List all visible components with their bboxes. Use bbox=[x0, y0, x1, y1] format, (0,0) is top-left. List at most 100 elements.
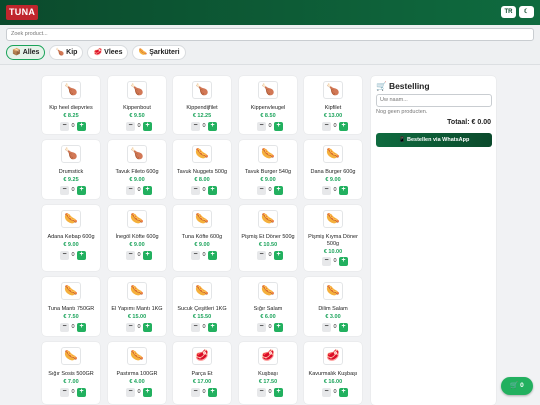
decrease-button[interactable]: − bbox=[126, 122, 135, 131]
decrease-button[interactable]: − bbox=[322, 323, 331, 332]
decrease-button[interactable]: − bbox=[257, 323, 266, 332]
cart-button[interactable]: 🛒 0 bbox=[501, 377, 533, 395]
product-name: Sığır Salam bbox=[253, 306, 283, 312]
increase-button[interactable]: + bbox=[339, 323, 348, 332]
moon-icon: ☾ bbox=[523, 9, 530, 15]
product-card: 🌭 Tuna Mantı 750GR € 7.50 −0 + bbox=[42, 277, 100, 336]
increase-button[interactable]: + bbox=[274, 186, 283, 195]
tab-3[interactable]: 🌭 Şarküteri bbox=[132, 45, 186, 60]
product-card: 🍗 Kippendijfilet € 12.25 −0 + bbox=[173, 76, 231, 134]
quantity-value: 0 bbox=[333, 258, 337, 264]
product-price: € 12.25 bbox=[192, 113, 212, 119]
product-image: 🌭 bbox=[192, 282, 212, 300]
product-price: € 9.00 bbox=[129, 177, 145, 183]
decrease-button[interactable]: − bbox=[191, 122, 200, 131]
decrease-button[interactable]: − bbox=[191, 251, 200, 260]
decrease-button[interactable]: − bbox=[257, 186, 266, 195]
language-button[interactable]: TR bbox=[501, 6, 516, 18]
product-name: Pişmiş Et Döner 500g bbox=[241, 234, 295, 240]
increase-button[interactable]: + bbox=[208, 186, 217, 195]
increase-button[interactable]: + bbox=[143, 186, 152, 195]
tab-icon: 🍗 bbox=[55, 49, 65, 56]
name-input[interactable]: Uw naam... bbox=[376, 94, 492, 107]
increase-button[interactable]: + bbox=[208, 388, 217, 397]
decrease-button[interactable]: − bbox=[60, 122, 69, 131]
increase-button[interactable]: + bbox=[77, 251, 86, 260]
tab-2[interactable]: 🥩 Vlees bbox=[87, 45, 129, 60]
quantity-stepper: −0 + bbox=[126, 388, 156, 397]
quantity-stepper: −0 + bbox=[191, 251, 221, 260]
increase-button[interactable]: + bbox=[274, 323, 283, 332]
increase-button[interactable]: + bbox=[339, 186, 348, 195]
increase-button[interactable]: + bbox=[143, 323, 152, 332]
product-price: € 15.50 bbox=[192, 314, 212, 320]
product-image: 🍗 bbox=[61, 145, 81, 163]
quantity-value: 0 bbox=[71, 324, 75, 330]
quantity-value: 0 bbox=[202, 123, 206, 129]
quantity-stepper: −0 + bbox=[126, 251, 156, 260]
quantity-stepper: −0 + bbox=[257, 251, 287, 260]
quantity-stepper: −0 + bbox=[60, 122, 90, 131]
increase-button[interactable]: + bbox=[274, 251, 283, 260]
increase-button[interactable]: + bbox=[274, 122, 283, 131]
product-name: El Yapımı Mantı 1KG bbox=[111, 306, 163, 312]
decrease-button[interactable]: − bbox=[126, 388, 135, 397]
decrease-button[interactable]: − bbox=[257, 388, 266, 397]
increase-button[interactable]: + bbox=[77, 186, 86, 195]
product-name: Tuna Köfte 600g bbox=[181, 234, 223, 240]
decrease-button[interactable]: − bbox=[126, 251, 135, 260]
decrease-button[interactable]: − bbox=[126, 323, 135, 332]
increase-button[interactable]: + bbox=[208, 251, 217, 260]
increase-button[interactable]: + bbox=[77, 122, 86, 131]
decrease-button[interactable]: − bbox=[60, 251, 69, 260]
product-image: 🌭 bbox=[127, 282, 147, 300]
increase-button[interactable]: + bbox=[274, 388, 283, 397]
product-image: 🌭 bbox=[61, 282, 81, 300]
product-name: Sucuk Çeşitleri 1KG bbox=[177, 306, 227, 312]
quantity-stepper: −0 + bbox=[322, 122, 352, 131]
increase-button[interactable]: + bbox=[339, 388, 348, 397]
increase-button[interactable]: + bbox=[77, 388, 86, 397]
decrease-button[interactable]: − bbox=[60, 388, 69, 397]
product-price: € 16.00 bbox=[323, 379, 343, 385]
decrease-button[interactable]: − bbox=[322, 257, 331, 266]
decrease-button[interactable]: − bbox=[257, 122, 266, 131]
decrease-button[interactable]: − bbox=[322, 122, 331, 131]
increase-button[interactable]: + bbox=[339, 257, 348, 266]
product-price: € 9.50 bbox=[129, 113, 145, 119]
decrease-button[interactable]: − bbox=[60, 323, 69, 332]
increase-button[interactable]: + bbox=[208, 323, 217, 332]
increase-button[interactable]: + bbox=[339, 122, 348, 131]
decrease-button[interactable]: − bbox=[322, 186, 331, 195]
increase-button[interactable]: + bbox=[77, 323, 86, 332]
product-image: 🌭 bbox=[192, 145, 212, 163]
increase-button[interactable]: + bbox=[143, 251, 152, 260]
product-card: 🍗 Kippenvleugel € 8.50 −0 + bbox=[239, 76, 297, 134]
search-input[interactable]: Zoek product... bbox=[6, 28, 534, 41]
tab-1[interactable]: 🍗 Kip bbox=[49, 45, 84, 60]
increase-button[interactable]: + bbox=[208, 122, 217, 131]
decrease-button[interactable]: − bbox=[191, 388, 200, 397]
product-name: Kuşbaşı bbox=[258, 371, 278, 377]
decrease-button[interactable]: − bbox=[257, 251, 266, 260]
product-price: € 9.25 bbox=[63, 177, 79, 183]
product-image: 🌭 bbox=[127, 210, 147, 228]
product-card: 🌭 Sucuk Çeşitleri 1KG € 15.50 −0 + bbox=[173, 277, 231, 336]
whatsapp-order-button[interactable]: 📱 Bestellen via WhatsApp bbox=[376, 133, 492, 147]
tab-0[interactable]: 📦 Alles bbox=[6, 45, 46, 60]
decrease-button[interactable]: − bbox=[126, 186, 135, 195]
order-total: Totaal: € 0.00 bbox=[447, 119, 491, 126]
decrease-button[interactable]: − bbox=[191, 186, 200, 195]
product-card: 🌭 Dana Burger 600g € 9.00 −0 + bbox=[304, 140, 362, 199]
decrease-button[interactable]: − bbox=[191, 323, 200, 332]
increase-button[interactable]: + bbox=[143, 388, 152, 397]
product-card: 🌭 Pişmiş Kıyma Döner 500g € 10.00 −0 + bbox=[304, 205, 362, 271]
product-image: 🌭 bbox=[127, 347, 147, 365]
tab-label: Alles bbox=[22, 49, 40, 56]
decrease-button[interactable]: − bbox=[60, 186, 69, 195]
quantity-stepper: −0 + bbox=[60, 186, 90, 195]
theme-toggle-button[interactable]: ☾ bbox=[519, 6, 534, 18]
increase-button[interactable]: + bbox=[143, 122, 152, 131]
decrease-button[interactable]: − bbox=[322, 388, 331, 397]
product-card: 🍗 Kippenbout € 9.50 −0 + bbox=[108, 76, 166, 134]
